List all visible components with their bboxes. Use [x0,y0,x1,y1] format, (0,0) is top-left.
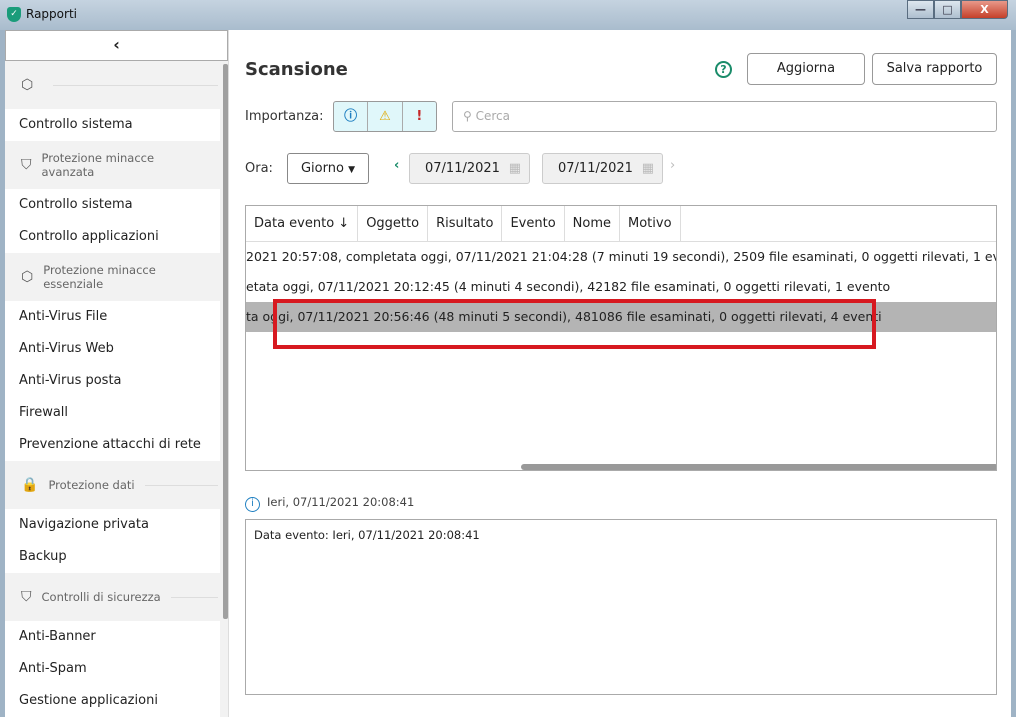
help-icon[interactable]: ? [715,61,732,78]
prev-date-icon[interactable]: ‹ [394,158,399,173]
chevron-down-icon: ▼ [348,165,355,175]
section-label: Protezione minacce avanzata [41,151,155,179]
section-icon: ⬡ [21,77,34,93]
next-date-icon[interactable]: › [670,158,675,173]
maximize-button[interactable]: □ [934,0,961,19]
importance-label: Importanza: [245,109,324,124]
section-icon: ⬡ [21,269,34,285]
sidebar-item[interactable]: Prevenzione attacchi di rete [5,429,220,461]
divider [53,84,218,86]
column-header[interactable]: Evento [502,206,565,241]
info-filter-icon[interactable]: ⓘ [334,102,369,131]
column-header[interactable]: Oggetto [358,206,429,241]
sidebar-item[interactable]: Gestione applicazioni [5,685,220,717]
section-label: Protezione dati [48,478,135,492]
warning-filter-icon[interactable]: ⚠ [368,102,403,131]
calendar-icon[interactable]: ▦ [509,154,521,183]
sidebar-item[interactable]: Controllo sistema [5,189,220,221]
calendar-icon[interactable]: ▦ [642,154,654,183]
section-icon: ⛉ [21,157,32,173]
section-label: Protezione minacce essenziale [43,263,156,291]
section-icon: 🔒 [21,477,39,493]
sidebar-section: ⬡ [5,61,228,109]
sidebar-item[interactable]: Backup [5,541,220,573]
column-header[interactable]: Data evento ↓ [246,206,359,241]
period-select[interactable]: Giorno ▼ [287,153,369,184]
importance-filter: ⓘ ⚠ ! [333,101,437,132]
info-icon: i [245,497,260,512]
sidebar-item[interactable]: Controllo applicazioni [5,221,220,253]
sidebar-item[interactable]: Controllo sistema [5,109,220,141]
sidebar-item[interactable]: Anti-Spam [5,653,220,685]
close-button[interactable]: X [961,0,1008,19]
date-from-input[interactable]: 07/11/2021 ▦ [409,153,530,184]
sidebar-section: ⬡ Protezione minacce essenziale [5,253,228,301]
window-title: Rapporti [26,7,77,21]
sidebar-section: ⛉ Protezione minacce avanzata [5,141,228,189]
divider [144,484,218,486]
refresh-button[interactable]: Aggiorna [747,53,865,85]
collapse-sidebar-button[interactable]: ‹ [5,30,228,61]
search-icon: ⚲ [463,109,476,123]
sidebar-section: ⛉ Controlli di sicurezza [5,573,228,621]
sidebar: ‹ ⬡ Controllo sistema ⛉ Protezione minacce … [5,30,229,717]
section-icon: ⛉ [21,589,32,605]
title-bar: ✓ Rapporti — □ X [0,0,1016,30]
sidebar-item[interactable]: Firewall [5,397,220,429]
sidebar-scrollbar[interactable] [223,64,228,619]
divider [170,596,218,598]
date-to-input[interactable]: 07/11/2021 ▦ [542,153,663,184]
column-header[interactable]: Nome [565,206,621,241]
search-input[interactable]: ⚲ Cerca [452,101,997,132]
app-shield-icon: ✓ [7,7,21,22]
selected-event-info: i Ieri, 07/11/2021 20:08:41 [245,495,414,512]
column-header[interactable]: Motivo [620,206,681,241]
event-detail-panel: Data evento: Ieri, 07/11/2021 20:08:41 [245,519,997,695]
sidebar-item[interactable]: Anti-Virus posta [5,365,220,397]
column-header[interactable]: Risultato [428,206,503,241]
sidebar-item[interactable]: Navigazione privata [5,509,220,541]
section-label: Controlli di sicurezza [41,590,161,604]
critical-filter-icon[interactable]: ! [403,102,436,131]
page-title: Scansione [245,59,348,80]
time-label: Ora: [245,161,273,176]
minimize-button[interactable]: — [907,0,934,19]
sidebar-section: 🔒 Protezione dati [5,461,228,509]
highlight-box [273,299,876,349]
table-row[interactable]: 2021 20:57:08, completata oggi, 07/11/20… [246,242,996,272]
sidebar-item[interactable]: Anti-Banner [5,621,220,653]
horizontal-scrollbar[interactable] [521,464,996,470]
table-row[interactable]: etata oggi, 07/11/2021 20:12:45 (4 minut… [246,272,996,302]
sidebar-item[interactable]: Anti-Virus Web [5,333,220,365]
sidebar-item[interactable]: Anti-Virus File [5,301,220,333]
save-report-button[interactable]: Salva rapporto [872,53,997,85]
